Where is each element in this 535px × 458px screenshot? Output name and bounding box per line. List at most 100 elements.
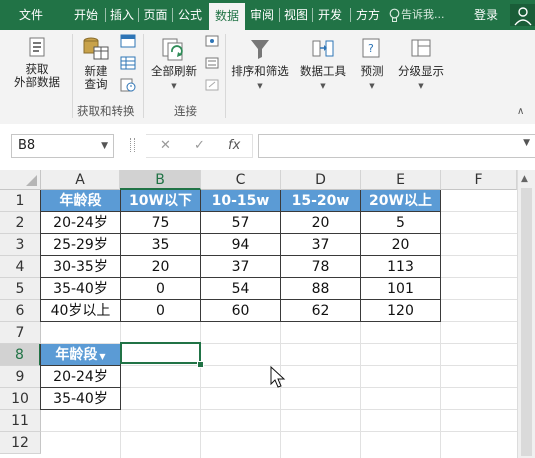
row-header-6[interactable]: 6 <box>0 300 41 322</box>
table-cell[interactable]: 0 <box>121 278 201 300</box>
table-cell[interactable]: 78 <box>281 256 361 278</box>
table-cell[interactable]: 94 <box>201 234 281 256</box>
tab-data[interactable]: 数据 <box>209 3 245 30</box>
table-header-cell[interactable]: 10W以下 <box>121 190 201 212</box>
table-cell[interactable]: 20-24岁 <box>41 212 121 234</box>
lightbulb-icon <box>389 8 400 22</box>
get-external-data-button[interactable]: 获取 外部数据 <box>6 36 68 89</box>
tab-view[interactable]: 视图 <box>280 0 312 30</box>
formula-buttons: ✕ ✓ fx <box>146 134 253 158</box>
tab-fangfang[interactable]: 方方 <box>351 0 385 30</box>
row-header-1[interactable]: 1 <box>0 190 41 212</box>
new-query-button[interactable]: 新建 查询 <box>76 36 116 91</box>
sort-filter-button[interactable]: 排序和筛选 ▼ <box>228 36 292 93</box>
refresh-icon <box>162 38 183 61</box>
mouse-cursor-icon <box>270 366 286 388</box>
vertical-scrollbar[interactable]: ▲ <box>517 170 535 458</box>
collapse-ribbon-icon[interactable]: ∧ <box>517 106 524 117</box>
column-header-b[interactable]: B <box>120 170 201 190</box>
table-cell[interactable]: 37 <box>281 234 361 256</box>
row-header-4[interactable]: 4 <box>0 256 41 278</box>
enter-icon[interactable]: ✓ <box>194 135 205 157</box>
column-header-a[interactable]: A <box>41 170 120 190</box>
properties-icon[interactable] <box>204 56 220 70</box>
column-header-f[interactable]: F <box>441 170 517 190</box>
insert-function-icon[interactable]: fx <box>228 135 240 157</box>
tell-me-search[interactable]: 告诉我... <box>401 0 445 30</box>
get-external-data-label: 获取 外部数据 <box>14 62 60 89</box>
show-queries-icon[interactable] <box>120 34 136 48</box>
formula-input[interactable]: ▼ <box>258 134 535 158</box>
column-header-c[interactable]: C <box>201 170 281 190</box>
table-header-cell[interactable]: 10-15w <box>201 190 281 212</box>
table-cell[interactable]: 40岁以上 <box>41 300 121 322</box>
row-header-10[interactable]: 10 <box>0 388 41 410</box>
table-cell[interactable]: 120 <box>361 300 441 322</box>
table-cell[interactable]: 20 <box>361 234 441 256</box>
edit-links-icon[interactable] <box>204 78 220 92</box>
database-icon <box>29 37 45 57</box>
table-cell[interactable]: 54 <box>201 278 281 300</box>
row-header-2[interactable]: 2 <box>0 212 41 234</box>
tab-file[interactable]: 文件 <box>11 0 51 30</box>
table-cell[interactable]: 60 <box>201 300 281 322</box>
outline-button[interactable]: 分级显示 ▼ <box>394 36 448 93</box>
select-all-triangle-icon <box>26 175 37 186</box>
tab-page-layout[interactable]: 页面 <box>139 0 172 30</box>
table-header-cell[interactable]: 年龄段 <box>41 190 121 212</box>
refresh-all-button[interactable]: 全部刷新 ▼ <box>146 36 202 93</box>
table-cell[interactable]: 35-40岁 <box>41 278 121 300</box>
table-cell[interactable]: 88 <box>281 278 361 300</box>
cancel-icon[interactable]: ✕ <box>160 135 171 157</box>
filter-header-cell[interactable]: 年龄段 ▼ <box>41 344 121 366</box>
tab-insert[interactable]: 插入 <box>106 0 138 30</box>
row-header-8[interactable]: 8 <box>0 344 41 366</box>
tab-developer[interactable]: 开发 <box>313 0 347 30</box>
filter-dropdown-icon[interactable]: ▼ <box>99 352 105 361</box>
row-header-7[interactable]: 7 <box>0 322 41 344</box>
table-cell[interactable]: 101 <box>361 278 441 300</box>
row-header-9[interactable]: 9 <box>0 366 41 388</box>
row-header-5[interactable]: 5 <box>0 278 41 300</box>
table-cell[interactable]: 20 <box>281 212 361 234</box>
table-cell[interactable]: 35 <box>121 234 201 256</box>
table-cell[interactable]: 62 <box>281 300 361 322</box>
table-cell[interactable]: 75 <box>121 212 201 234</box>
formula-bar-grip[interactable] <box>130 138 135 152</box>
table-header-cell[interactable]: 20W以上 <box>361 190 441 212</box>
tab-formulas[interactable]: 公式 <box>173 0 207 30</box>
expand-formula-bar-icon[interactable]: ▼ <box>523 138 530 148</box>
table-header-cell[interactable]: 15-20w <box>281 190 361 212</box>
column-header-e[interactable]: E <box>361 170 441 190</box>
scroll-up-icon[interactable]: ▲ <box>521 174 528 184</box>
active-cell-b8[interactable] <box>120 342 201 364</box>
row-header-3[interactable]: 3 <box>0 234 41 256</box>
row-header-11[interactable]: 11 <box>0 410 41 432</box>
share-button[interactable] <box>510 4 535 26</box>
table-cell[interactable]: 0 <box>121 300 201 322</box>
name-box[interactable]: B8 ▼ <box>11 134 114 158</box>
filter-list-item[interactable]: 35-40岁 <box>41 388 121 410</box>
filter-list-item[interactable]: 20-24岁 <box>41 366 121 388</box>
forecast-button[interactable]: ? 预测 ▼ <box>355 36 389 93</box>
table-cell[interactable]: 37 <box>201 256 281 278</box>
table-cell[interactable]: 57 <box>201 212 281 234</box>
recent-sources-icon[interactable] <box>120 78 136 92</box>
chevron-down-icon[interactable]: ▼ <box>101 135 108 157</box>
login-button[interactable]: 登录 <box>474 0 498 30</box>
table-cell[interactable]: 30-35岁 <box>41 256 121 278</box>
scrollbar-thumb[interactable] <box>521 188 532 456</box>
table-cell[interactable]: 25-29岁 <box>41 234 121 256</box>
table-cell[interactable]: 113 <box>361 256 441 278</box>
data-tools-button[interactable]: 数据工具 ▼ <box>294 36 352 93</box>
fill-handle[interactable] <box>197 361 204 368</box>
tab-review[interactable]: 审阅 <box>246 0 278 30</box>
select-all-corner[interactable] <box>0 170 41 190</box>
table-cell[interactable]: 5 <box>361 212 441 234</box>
table-cell[interactable]: 20 <box>121 256 201 278</box>
connections-icon[interactable] <box>204 34 220 48</box>
from-table-icon[interactable] <box>120 56 136 70</box>
row-header-12[interactable]: 12 <box>0 432 41 454</box>
tab-home[interactable]: 开始 <box>67 0 105 30</box>
column-header-d[interactable]: D <box>281 170 361 190</box>
